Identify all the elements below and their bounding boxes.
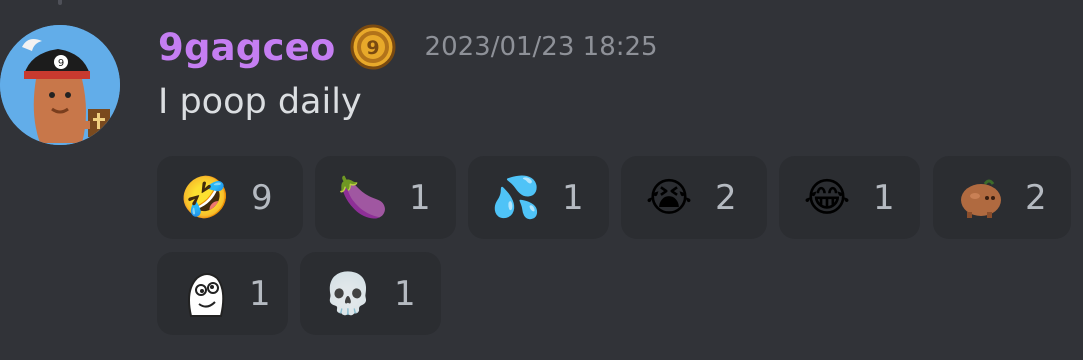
message-content: I poop daily [158,82,362,122]
timestamp: 2023/01/23 18:25 [424,32,658,62]
reaction-count: 1 [409,177,431,218]
sweat-droplets-emoji-icon: 💦 [491,174,541,221]
reaction-tears-of-joy[interactable]: 😂 1 [779,156,920,239]
svg-text:9: 9 [58,58,64,69]
username[interactable]: 9gagceo [158,26,336,69]
divider-mark [58,0,62,5]
eggplant-emoji-icon: 🍆 [338,174,388,221]
loudly-crying-emoji-icon: 😭 [645,174,693,221]
pirate-potato-avatar-icon: 9 [0,25,120,145]
chat-message: 9 9gagceo 9 2023/01/23 18:25 I poop dail… [0,0,1083,360]
tears-of-joy-emoji-icon: 😂 [803,174,851,221]
reaction-count: 2 [715,177,737,218]
avatar[interactable]: 9 [0,25,120,145]
reaction-count: 1 [873,177,895,218]
rolling-laughing-emoji-icon: 🤣 [180,174,230,221]
9gag-coin-icon[interactable]: 9 [350,24,396,70]
reaction-eggplant[interactable]: 🍆 1 [315,156,456,239]
reaction-count: 1 [562,177,584,218]
reaction-rolling-laughing[interactable]: 🤣 9 [157,156,303,239]
reaction-loudly-crying[interactable]: 😭 2 [621,156,767,239]
reaction-sweat-droplets[interactable]: 💦 1 [468,156,609,239]
reaction-skull[interactable]: 💀 1 [300,252,441,335]
potato-custom-emoji-icon [955,172,1007,224]
derp-face-custom-emoji-icon [179,268,231,320]
svg-text:9: 9 [366,37,379,59]
reaction-derp-face[interactable]: 1 [157,252,288,335]
reaction-count: 1 [249,273,271,314]
reaction-count: 9 [251,177,273,218]
reaction-count: 1 [394,273,416,314]
reaction-potato[interactable]: 2 [933,156,1071,239]
message-header: 9gagceo 9 2023/01/23 18:25 [158,22,658,72]
skull-emoji-icon: 💀 [323,270,373,317]
reaction-count: 2 [1025,177,1047,218]
